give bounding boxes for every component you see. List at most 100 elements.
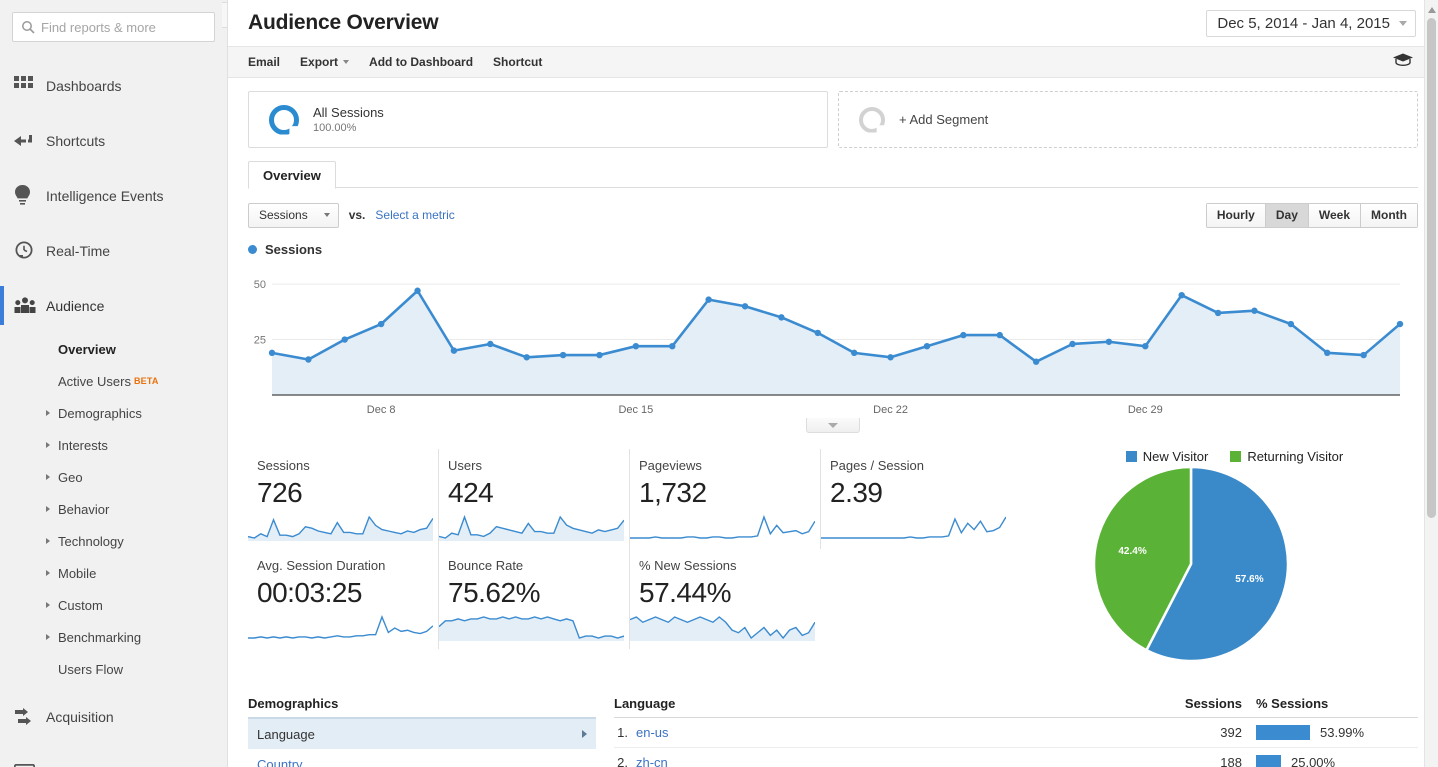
export-button[interactable]: Export <box>300 55 349 69</box>
metric-card-users[interactable]: Users 424 <box>439 449 630 549</box>
sidebar-subitem-label: Overview <box>58 342 116 357</box>
sidebar-item-audience[interactable]: Audience <box>0 278 227 333</box>
sparkline <box>439 611 624 641</box>
legend-label: Sessions <box>265 242 322 257</box>
add-segment-button[interactable]: + Add Segment <box>838 91 1418 148</box>
sidebar-subitem-label: Users Flow <box>58 662 123 677</box>
metrics-row: Sessions 726 Users 424 Pageviews 1,732 <box>248 449 1013 549</box>
metric-card-sessions[interactable]: Sessions 726 <box>248 449 439 549</box>
row-language-link[interactable]: zh-cn <box>636 755 1162 767</box>
metric-card-pageviews[interactable]: Pageviews 1,732 <box>630 449 821 549</box>
granularity-hourly[interactable]: Hourly <box>1207 204 1266 227</box>
sidebar-subitem-users-flow[interactable]: Users Flow <box>0 653 227 685</box>
sidebar-item-dashboards[interactable]: Dashboards <box>0 58 227 113</box>
new-vs-returning-pie-chart[interactable]: 57.6%42.4% <box>1051 464 1351 669</box>
sidebar-subitem-interests[interactable]: Interests <box>0 429 227 461</box>
pie-legend-returning-visitor[interactable]: Returning Visitor <box>1230 449 1343 464</box>
date-range-picker[interactable]: Dec 5, 2014 - Jan 4, 2015 <box>1206 10 1416 37</box>
vs-label: vs. <box>349 208 366 222</box>
chart-controls: Sessions vs. Select a metric Hourly Day … <box>248 202 1418 228</box>
segment-all-sessions[interactable]: All Sessions 100.00% <box>248 91 828 148</box>
sidebar-subitem-geo[interactable]: Geo <box>0 461 227 493</box>
table-row[interactable]: 1. en-us 392 53.99% <box>614 718 1418 748</box>
sidebar-subitem-label: Benchmarking <box>58 630 141 645</box>
row-pct-label: 53.99% <box>1320 725 1364 740</box>
sidebar-item-label: Intelligence Events <box>46 188 164 204</box>
metric-card-pages-per-session[interactable]: Pages / Session 2.39 <box>821 449 1012 549</box>
metric-card-avg-session-duration[interactable]: Avg. Session Duration 00:03:25 <box>248 549 439 649</box>
sidebar-subitem-active-users[interactable]: Active UsersBETA <box>0 365 227 397</box>
granularity-label: Week <box>1319 208 1350 222</box>
row-index: 2. <box>614 755 636 767</box>
demographics-item-label: Language <box>257 727 315 742</box>
sessions-line-chart[interactable]: 2550Dec 8Dec 15Dec 22Dec 29 <box>248 261 1406 421</box>
page-scrollbar[interactable] <box>1424 0 1438 767</box>
sidebar-subitem-technology[interactable]: Technology <box>0 525 227 557</box>
sidebar-item-label: Dashboards <box>46 78 122 94</box>
graduation-cap-icon[interactable] <box>1392 53 1414 72</box>
table-row[interactable]: 2. zh-cn 188 25.00% <box>614 748 1418 767</box>
select-a-metric-link[interactable]: Select a metric <box>375 208 454 222</box>
donut-icon <box>269 105 299 135</box>
sidebar-item-shortcuts[interactable]: Shortcuts <box>0 113 227 168</box>
granularity-day[interactable]: Day <box>1266 204 1309 227</box>
granularity-month[interactable]: Month <box>1361 204 1417 227</box>
granularity-label: Hourly <box>1217 208 1255 222</box>
granularity-toggle: Hourly Day Week Month <box>1206 203 1418 228</box>
row-pct-cell: 53.99% <box>1242 725 1418 740</box>
metric-selector[interactable]: Sessions <box>248 203 339 228</box>
arrow-left-dashed-icon <box>14 134 46 148</box>
granularity-week[interactable]: Week <box>1309 204 1361 227</box>
metric-value: 75.62% <box>448 573 629 613</box>
sidebar-item-acquisition[interactable]: Acquisition <box>0 689 227 744</box>
metric-label: Users <box>448 458 629 473</box>
grid-icon <box>14 76 46 95</box>
sidebar-item-behavior[interactable]: Behavior <box>0 744 227 767</box>
sessions-chart-panel: Sessions vs. Select a metric Hourly Day … <box>248 188 1418 421</box>
chevron-right-icon <box>582 730 587 738</box>
add-to-dashboard-button[interactable]: Add to Dashboard <box>369 55 473 69</box>
language-table-header: Language Sessions % Sessions <box>614 696 1418 718</box>
sidebar-subitem-demographics[interactable]: Demographics <box>0 397 227 429</box>
chart-collapse-handle[interactable] <box>806 418 860 433</box>
column-header-sessions: Sessions <box>1146 696 1242 711</box>
svg-text:25: 25 <box>254 335 266 347</box>
chevron-right-icon <box>46 570 50 576</box>
row-language-link[interactable]: en-us <box>636 725 1162 740</box>
sidebar-subitem-custom[interactable]: Custom <box>0 589 227 621</box>
tab-overview[interactable]: Overview <box>248 161 336 189</box>
sparkline <box>821 511 1006 541</box>
metric-card-empty <box>821 549 1012 649</box>
metric-value: 57.44% <box>639 573 821 613</box>
chart-legend: Sessions <box>248 242 1418 257</box>
metric-label: Pages / Session <box>830 458 1012 473</box>
sidebar-subitem-benchmarking[interactable]: Benchmarking <box>0 621 227 653</box>
demographics-item-language[interactable]: Language <box>248 719 596 749</box>
granularity-label: Day <box>1276 208 1298 222</box>
sidebar-item-intelligence-events[interactable]: Intelligence Events <box>0 168 227 223</box>
arrows-right-icon <box>14 707 46 727</box>
sidebar-item-real-time[interactable]: Real-Time <box>0 223 227 278</box>
sidebar-nav: Dashboards Shortcuts <box>0 58 227 767</box>
search-input[interactable] <box>41 20 206 35</box>
scroll-up-arrow[interactable] <box>1425 2 1438 18</box>
metric-value: 424 <box>448 473 629 513</box>
metric-label: % New Sessions <box>639 558 821 573</box>
search-box[interactable] <box>12 12 215 42</box>
demographics-item-label: Country <box>257 757 303 767</box>
metric-value: 726 <box>257 473 438 513</box>
monitor-icon <box>14 764 46 767</box>
email-button[interactable]: Email <box>248 55 280 69</box>
demographics-item-country[interactable]: Country <box>248 749 596 767</box>
sidebar-subitem-mobile[interactable]: Mobile <box>0 557 227 589</box>
pie-legend-new-visitor[interactable]: New Visitor <box>1126 449 1209 464</box>
sidebar-subitem-behavior[interactable]: Behavior <box>0 493 227 525</box>
metric-card-bounce-rate[interactable]: Bounce Rate 75.62% <box>439 549 630 649</box>
sidebar-subitem-overview[interactable]: Overview <box>0 333 227 365</box>
scrollbar-thumb[interactable] <box>1427 18 1436 518</box>
metric-card-new-sessions[interactable]: % New Sessions 57.44% <box>630 549 821 649</box>
legend-color-swatch <box>1126 451 1137 462</box>
metric-value: 1,732 <box>639 473 820 513</box>
shortcut-button[interactable]: Shortcut <box>493 55 542 69</box>
row-pct-bar <box>1256 725 1310 740</box>
